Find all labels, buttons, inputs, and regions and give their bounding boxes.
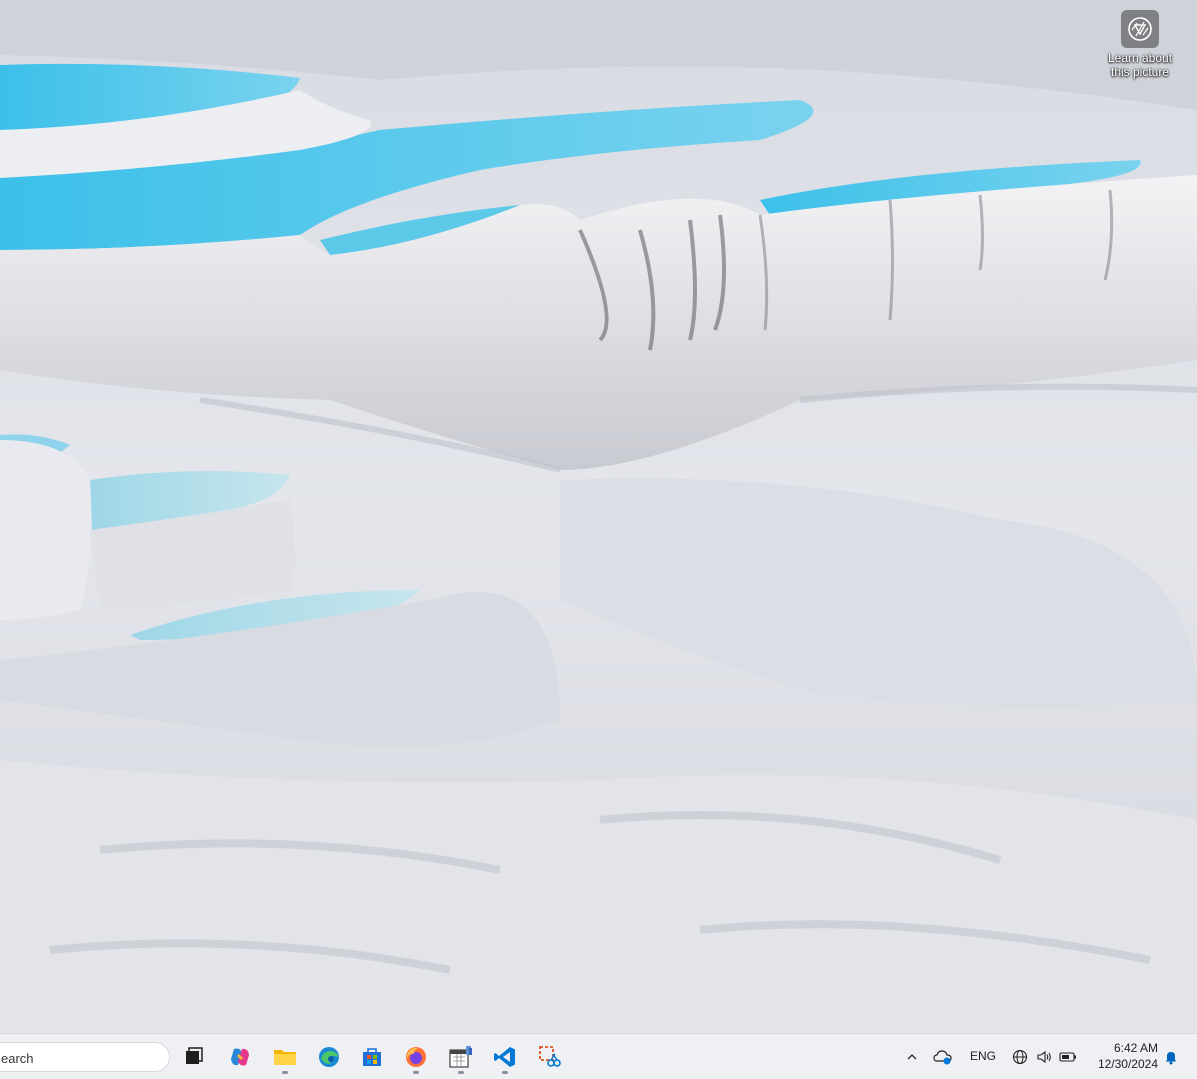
task-view-icon <box>186 1047 203 1064</box>
vscode-button[interactable] <box>487 1039 523 1075</box>
edge-icon <box>319 1047 339 1067</box>
file-explorer-button[interactable] <box>267 1039 303 1075</box>
learn-about-picture-shortcut[interactable]: Learn about this picture <box>1100 10 1180 79</box>
task-view-button[interactable] <box>176 1039 212 1075</box>
search-input[interactable] <box>0 1048 163 1068</box>
running-indicator <box>458 1071 464 1074</box>
calendar-icon <box>449 1046 472 1068</box>
edge-button[interactable] <box>311 1039 347 1075</box>
volume-button[interactable] <box>1032 1039 1056 1075</box>
vscode-icon <box>494 1047 515 1067</box>
show-hidden-icons-button[interactable] <box>901 1039 923 1075</box>
snipping-tool-button[interactable] <box>531 1039 567 1075</box>
taskbar: ENG 6:42 AM 12/30/2024 <box>0 1033 1197 1079</box>
firefox-button[interactable] <box>398 1039 434 1075</box>
desktop-wallpaper <box>0 0 1197 1033</box>
running-indicator <box>413 1071 419 1074</box>
firefox-icon <box>406 1047 426 1067</box>
clock-date: 12/30/2024 <box>1097 1057 1158 1071</box>
taskbar-search-box[interactable] <box>0 1042 170 1072</box>
spotlight-label: Learn about this picture <box>1107 51 1173 79</box>
folder-icon <box>274 1050 296 1065</box>
bell-icon <box>1165 1052 1177 1065</box>
notifications-button[interactable] <box>1160 1039 1182 1075</box>
store-button[interactable] <box>354 1039 390 1075</box>
onedrive-sync-icon <box>933 1050 952 1065</box>
store-icon <box>363 1048 381 1066</box>
running-indicator <box>282 1071 288 1074</box>
taskbar-clock[interactable]: 6:42 AM 12/30/2024 <box>1086 1040 1158 1072</box>
clock-time: 6:42 AM <box>1113 1041 1158 1055</box>
calendar-app-button[interactable] <box>443 1039 479 1075</box>
running-indicator <box>502 1071 508 1074</box>
snipping-tool-icon <box>539 1046 561 1067</box>
onedrive-tray-button[interactable] <box>930 1039 956 1075</box>
camera-aperture-icon <box>1121 10 1159 48</box>
language-indicator[interactable]: ENG <box>970 1049 996 1063</box>
globe-icon <box>1012 1049 1028 1065</box>
battery-button[interactable] <box>1056 1039 1080 1075</box>
network-button[interactable] <box>1008 1039 1032 1075</box>
battery-icon <box>1059 1052 1076 1062</box>
speaker-icon <box>1037 1050 1051 1064</box>
chevron-up-icon <box>907 1054 917 1060</box>
copilot-button[interactable] <box>222 1039 258 1075</box>
copilot-icon <box>231 1048 249 1066</box>
